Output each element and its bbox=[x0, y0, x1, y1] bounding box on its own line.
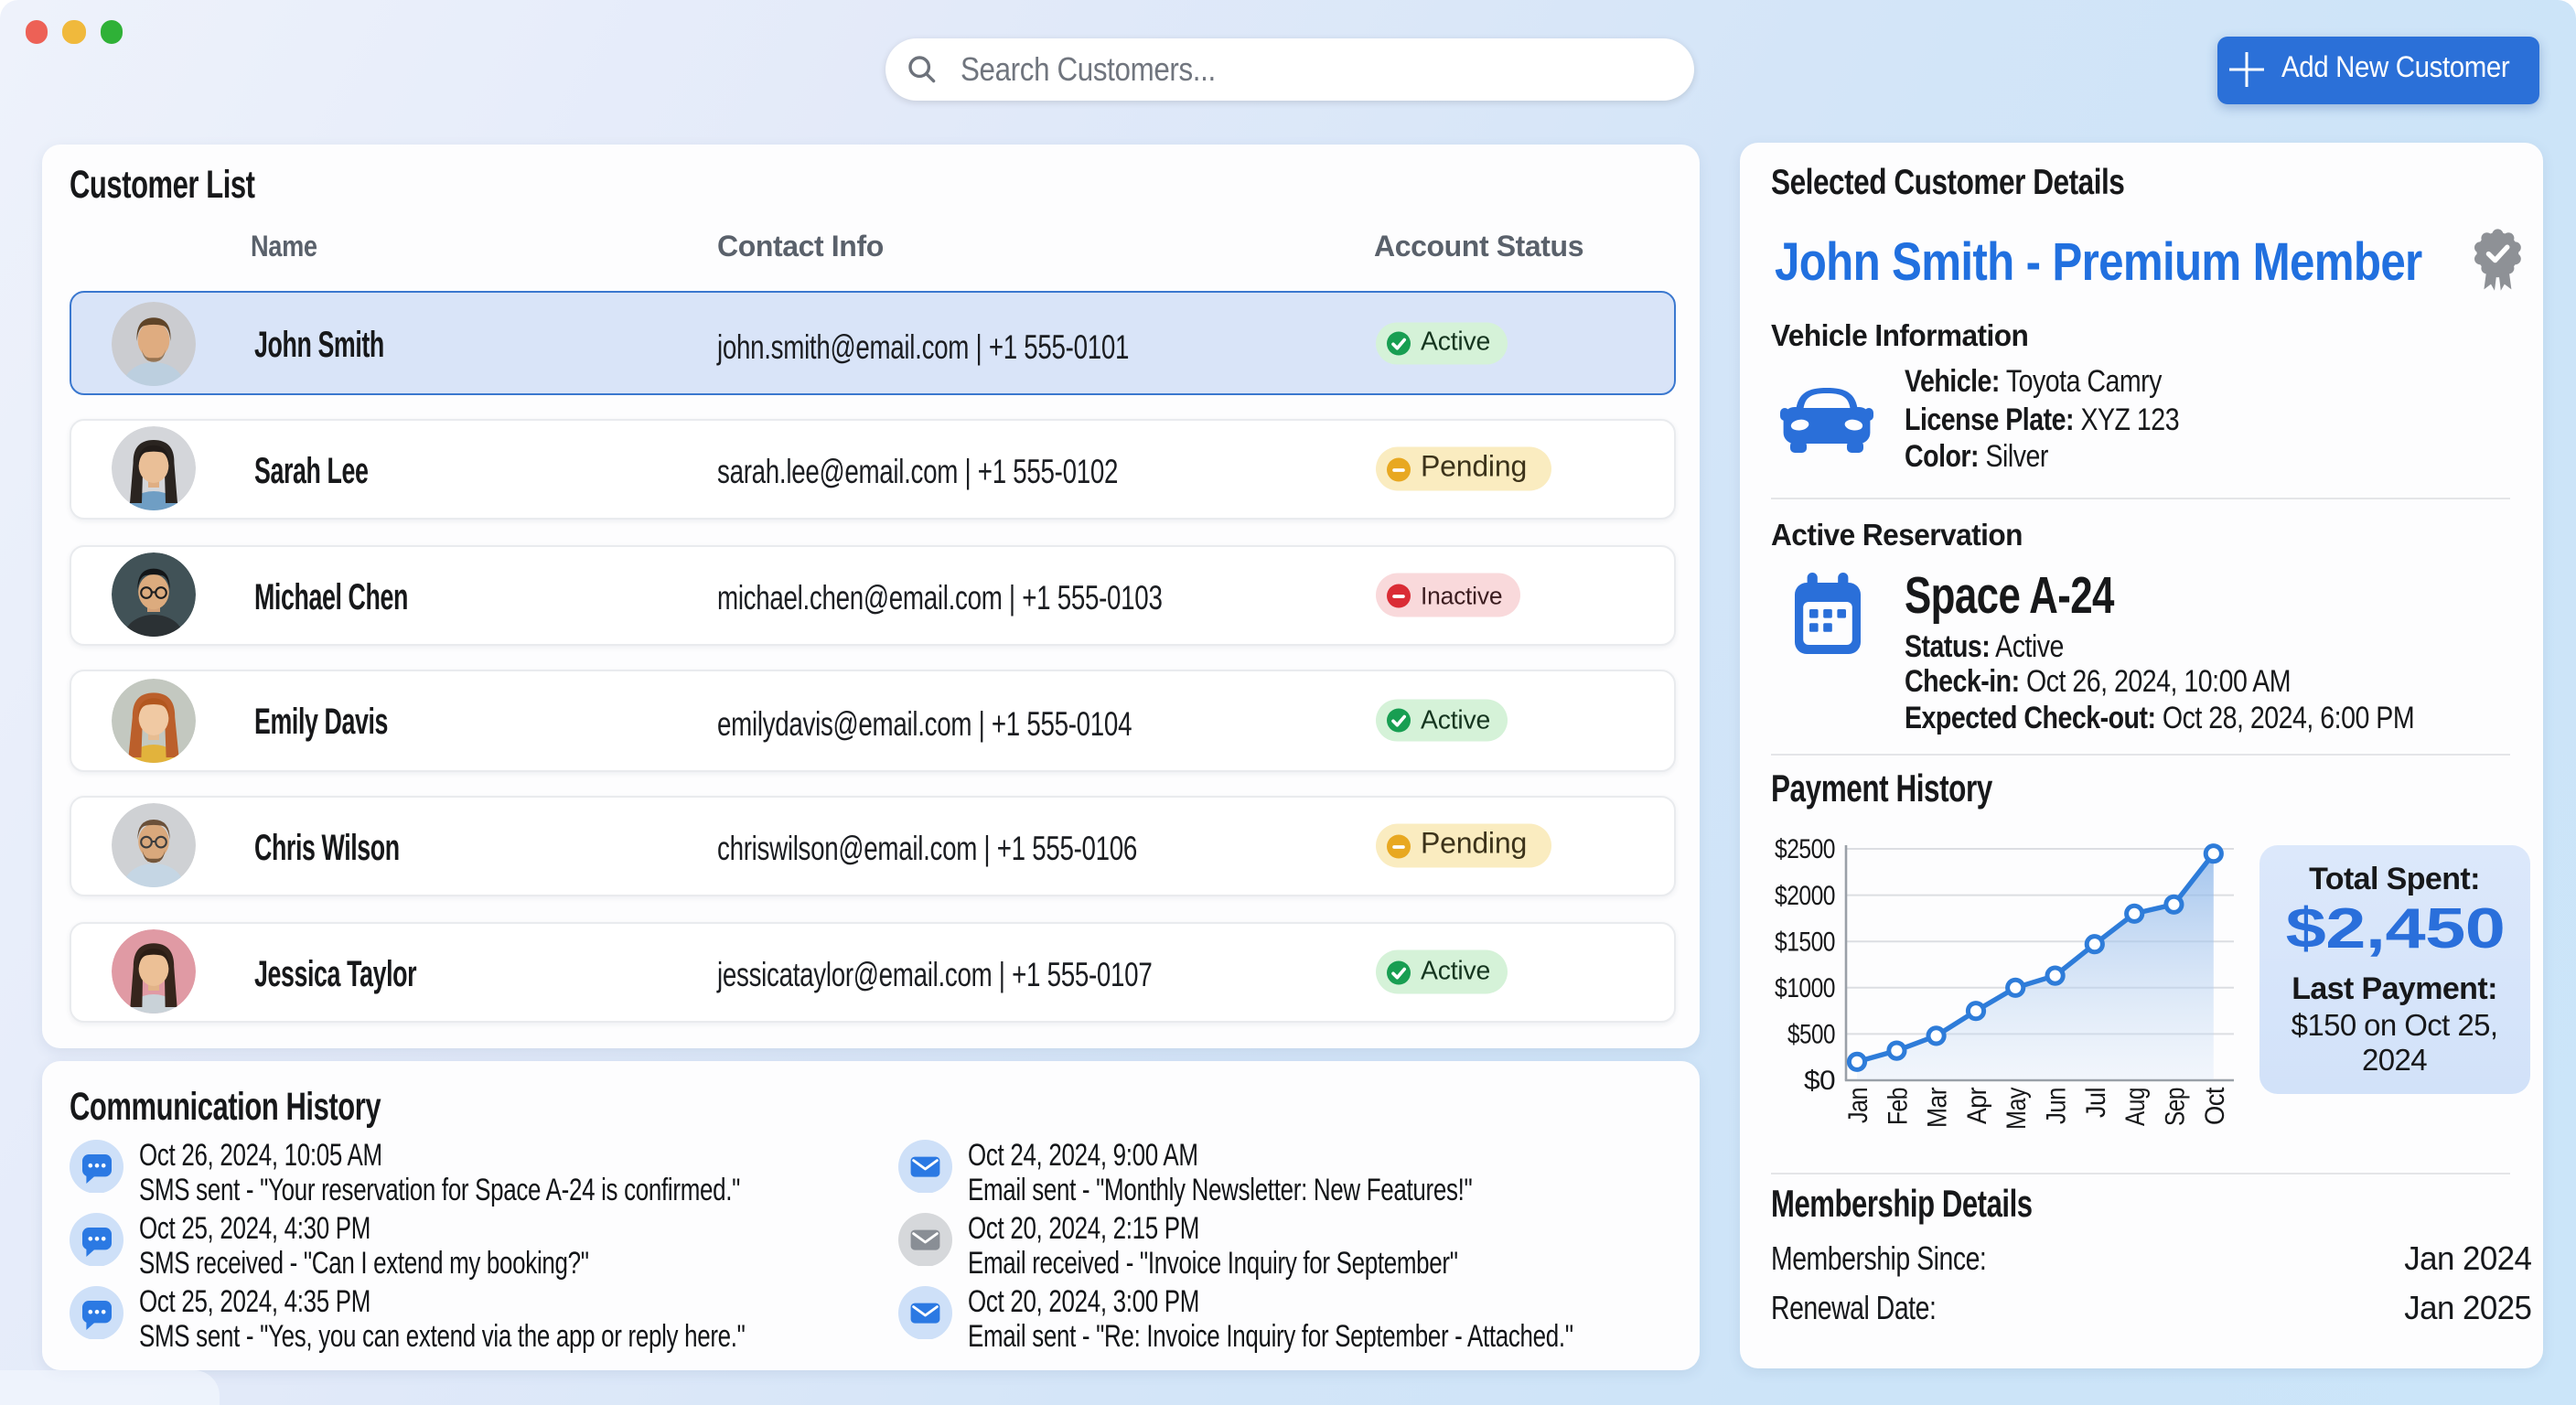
svg-text:$1000: $1000 bbox=[1775, 973, 1835, 1003]
svg-text:Jun: Jun bbox=[2042, 1088, 2072, 1124]
svg-text:$1500: $1500 bbox=[1775, 927, 1835, 957]
svg-text:$2000: $2000 bbox=[1775, 881, 1835, 911]
svg-text:$0: $0 bbox=[1804, 1066, 1835, 1096]
svg-text:Oct: Oct bbox=[2200, 1087, 2230, 1125]
svg-text:May: May bbox=[2002, 1087, 2032, 1130]
svg-text:Feb: Feb bbox=[1883, 1088, 1913, 1125]
svg-text:$500: $500 bbox=[1787, 1019, 1835, 1049]
svg-text:$2500: $2500 bbox=[1775, 834, 1835, 864]
svg-text:Sep: Sep bbox=[2160, 1088, 2190, 1126]
svg-text:Aug: Aug bbox=[2120, 1088, 2151, 1126]
svg-text:Apr: Apr bbox=[1962, 1087, 1992, 1124]
svg-text:Jul: Jul bbox=[2081, 1088, 2111, 1118]
svg-text:Jan: Jan bbox=[1843, 1088, 1873, 1123]
svg-text:Mar: Mar bbox=[1923, 1087, 1953, 1128]
